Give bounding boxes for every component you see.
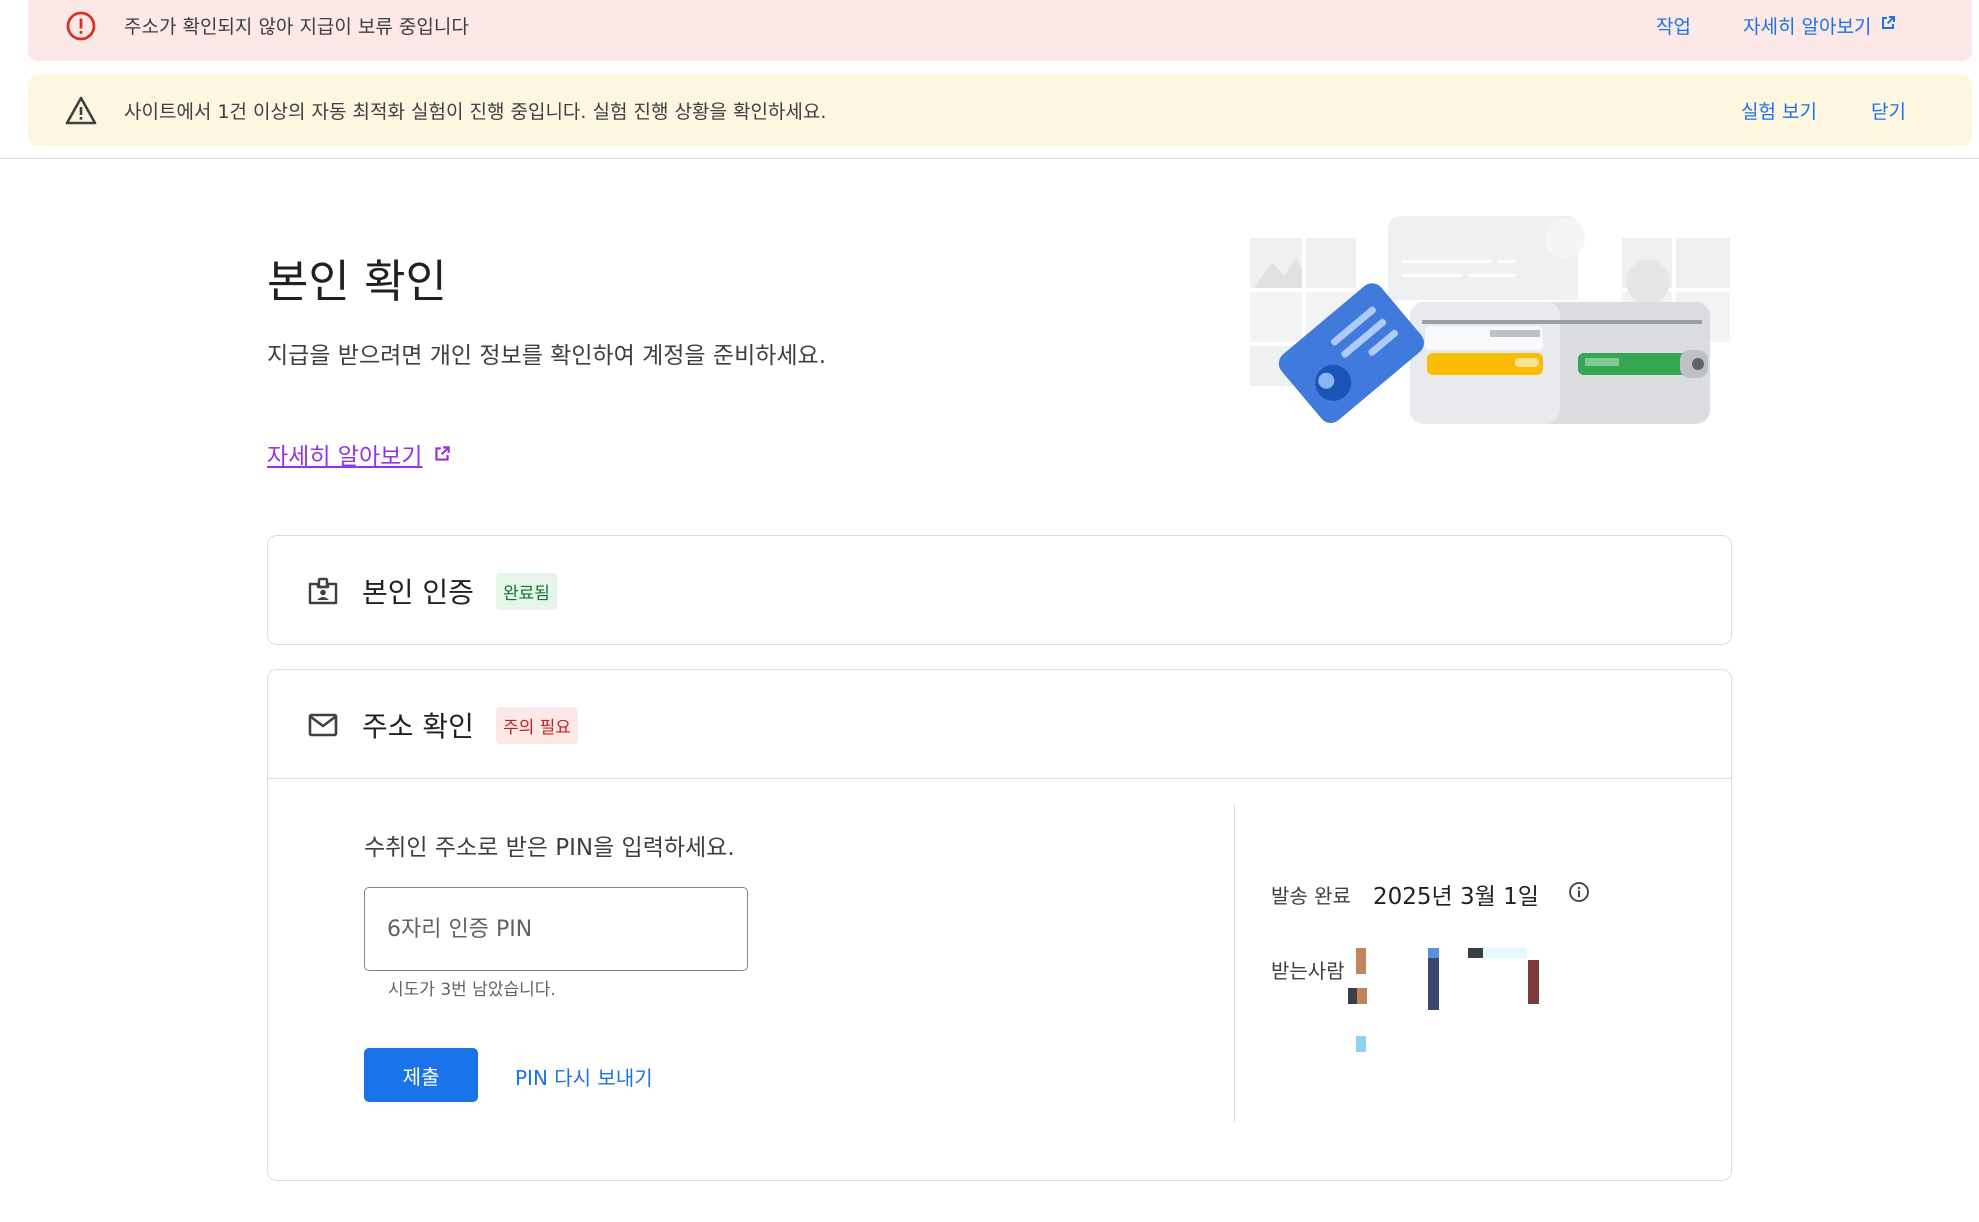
page-description: 지급을 받으려면 개인 정보를 확인하여 계정을 준비하세요.: [267, 343, 827, 369]
wallet-illustration: [1250, 210, 1730, 430]
learn-more-link[interactable]: 자세히 알아보기: [267, 437, 452, 471]
error-circle-icon: [64, 9, 98, 43]
pin-input[interactable]: [364, 887, 748, 971]
recipient-label: 받는사람: [1271, 959, 1345, 983]
resend-pin-link[interactable]: PIN 다시 보내기: [515, 1062, 653, 1091]
warning-triangle-icon: [64, 94, 98, 128]
card-divider: [268, 778, 1731, 779]
sent-label: 발송 완료: [1271, 884, 1351, 908]
pin-prompt: 수취인 주소로 받은 PIN을 입력하세요.: [364, 835, 735, 861]
attempts-hint: 시도가 3번 남았습니다.: [388, 980, 556, 1000]
id-badge-icon: [306, 574, 340, 608]
error-banner-text: 주소가 확인되지 않아 지급이 보류 중입니다: [124, 16, 469, 38]
learn-more-label: 자세히 알아보기: [267, 444, 423, 470]
header-divider: [0, 158, 1979, 159]
submit-button[interactable]: 제출: [364, 1048, 478, 1102]
view-experiments-link[interactable]: 실험 보기: [1741, 97, 1817, 124]
warning-banner: 사이트에서 1건 이상의 자동 최적화 실험이 진행 중입니다. 실험 진행 상…: [28, 75, 1972, 146]
action-link[interactable]: 작업: [1656, 12, 1691, 39]
info-icon[interactable]: [1567, 880, 1591, 904]
identity-card-header: 본인 인증 완료됨: [306, 571, 557, 611]
warning-banner-text: 사이트에서 1건 이상의 자동 최적화 실험이 진행 중입니다. 실험 진행 상…: [124, 101, 827, 123]
address-card-header[interactable]: 주소 확인 주의 필요: [306, 705, 578, 745]
close-link[interactable]: 닫기: [1871, 97, 1906, 124]
identity-verification-card[interactable]: 본인 인증 완료됨: [267, 535, 1732, 645]
mail-icon: [306, 708, 340, 742]
external-link-icon: [432, 444, 452, 464]
vertical-divider: [1234, 804, 1235, 1122]
recipient-address-redacted: [1344, 948, 1548, 1058]
page-title: 본인 확인: [267, 255, 447, 308]
sent-date: 2025년 3월 1일: [1373, 884, 1539, 910]
status-badge-completed: 완료됨: [495, 572, 557, 610]
status-badge-attention: 주의 필요: [495, 706, 578, 744]
external-link-icon: [1879, 14, 1897, 37]
address-card-title: 주소 확인: [362, 710, 474, 743]
learn-more-link[interactable]: 자세히 알아보기: [1743, 12, 1897, 39]
error-banner: 주소가 확인되지 않아 지급이 보류 중입니다 작업 자세히 알아보기: [28, 0, 1972, 61]
identity-card-title: 본인 인증: [362, 576, 474, 609]
learn-more-label: 자세히 알아보기: [1743, 16, 1872, 38]
address-verification-card: 주소 확인 주의 필요 수취인 주소로 받은 PIN을 입력하세요. 시도가 3…: [267, 669, 1732, 1181]
